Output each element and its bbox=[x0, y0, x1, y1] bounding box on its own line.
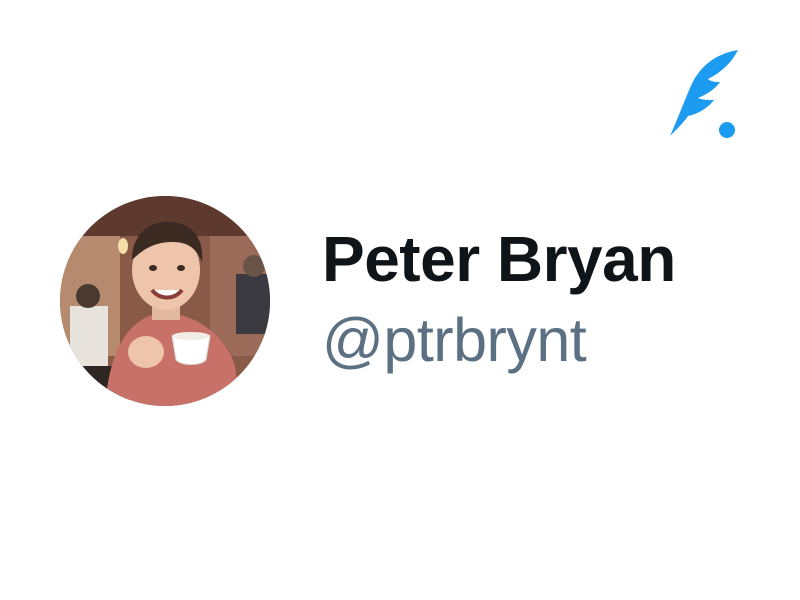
profile-card: Peter Bryan @ptrbrynt bbox=[0, 0, 800, 600]
display-name[interactable]: Peter Bryan bbox=[322, 218, 682, 300]
avatar[interactable] bbox=[60, 196, 270, 406]
quill-feather-icon bbox=[668, 48, 740, 140]
user-handle[interactable]: @ptrbrynt bbox=[322, 300, 682, 380]
profile-identity: Peter Bryan @ptrbrynt bbox=[322, 218, 682, 380]
